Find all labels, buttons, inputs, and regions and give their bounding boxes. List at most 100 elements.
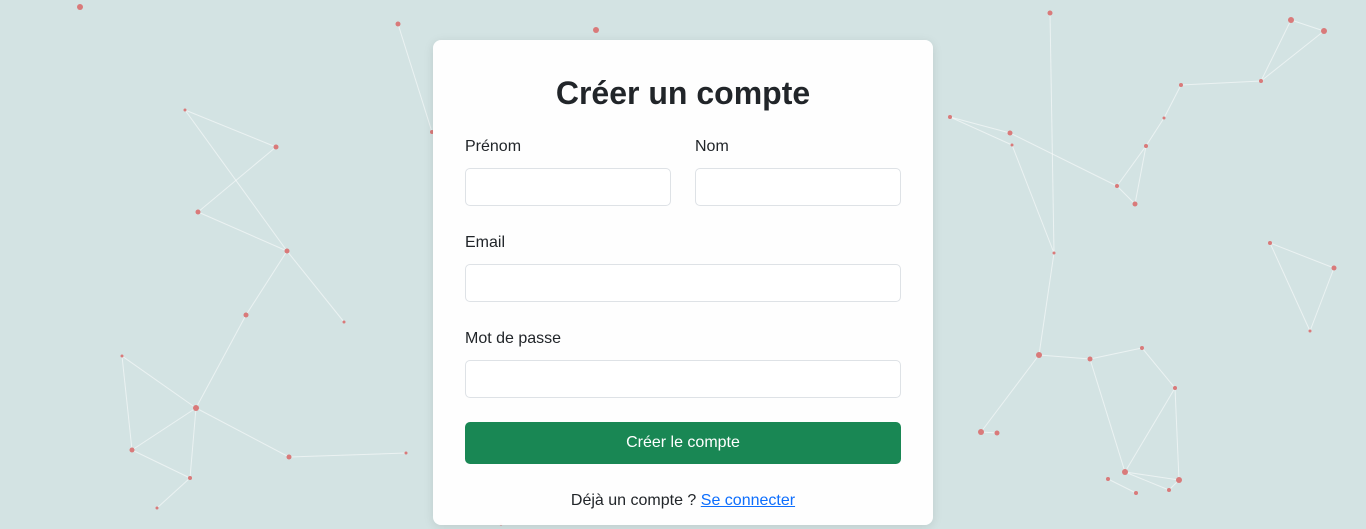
last-name-group: Nom [695,138,901,206]
network-edge [197,146,277,213]
network-edge [1124,387,1176,473]
network-edge [121,355,133,451]
network-edge [189,407,197,479]
network-edge [1260,19,1292,82]
network-edge [1290,19,1325,32]
network-node [1162,116,1166,120]
network-node [395,21,401,27]
network-edge [195,407,290,458]
network-node [1115,184,1119,188]
first-name-input[interactable] [465,168,671,206]
network-node [120,354,124,358]
network-node [1036,352,1042,358]
email-group: Email [465,234,901,302]
network-edge [980,354,1040,433]
network-node [193,405,199,411]
network-node [1331,265,1337,271]
name-row: Prénom Nom [465,138,901,206]
network-node [1179,83,1183,87]
network-node [1288,17,1294,23]
login-prompt-text: Déjà un compte ? [570,492,697,509]
last-name-label: Nom [695,138,729,155]
network-edge [121,355,197,409]
network-node [273,144,279,150]
network-node [1140,346,1144,350]
network-edge [1124,471,1170,491]
network-edge [1049,12,1055,254]
network-node [155,506,159,510]
network-node [188,476,192,480]
network-node [1259,79,1263,83]
first-name-group: Prénom [465,138,671,206]
network-node [183,108,187,112]
network-node [1173,386,1177,390]
network-edge [1089,358,1126,473]
network-node [284,248,290,254]
network-edge [1089,347,1143,360]
network-node [994,430,1000,436]
last-name-input[interactable] [695,168,901,206]
create-account-button[interactable]: Créer le compte [465,422,901,464]
network-edge [1141,347,1176,389]
network-edge [1038,252,1055,356]
network-node [129,447,135,453]
network-node [1134,491,1138,495]
network-node [1167,488,1171,492]
network-node [593,27,599,33]
register-card: Créer un compte Prénom Nom Email Mot de … [433,40,933,525]
network-edge [195,314,247,409]
network-edge [1309,267,1335,332]
network-node [243,312,249,318]
network-edge [1180,80,1262,86]
network-edge [1038,354,1091,360]
network-node [286,454,292,460]
login-prompt: Déjà un compte ? Se connecter [465,492,901,510]
network-edge [197,211,288,252]
network-edge [156,477,191,509]
network-node [1308,329,1312,333]
network-edge [1174,387,1180,481]
network-node [1176,477,1182,483]
password-input[interactable] [465,360,901,398]
network-node [77,4,83,10]
network-edge [1163,84,1182,119]
network-node [1144,144,1148,148]
network-node [1122,469,1128,475]
network-edge [397,23,433,133]
network-node [1132,201,1138,207]
network-edge [1116,185,1136,205]
network-edge [1124,471,1180,481]
password-group: Mot de passe [465,330,901,398]
network-node [978,429,984,435]
network-node [1007,130,1013,136]
network-node [1268,241,1272,245]
network-edge [286,250,345,323]
network-node [1321,28,1327,34]
network-edge [1107,478,1137,494]
network-node [1052,251,1056,255]
first-name-label: Prénom [465,138,522,155]
network-node [195,209,201,215]
network-edge [1011,144,1055,254]
email-label: Email [465,234,506,251]
network-edge [1134,145,1147,205]
network-edge [245,250,288,316]
page-title: Créer un compte [555,75,811,111]
network-edge [131,449,191,479]
network-edge [1145,117,1165,147]
email-input[interactable] [465,264,901,302]
network-node [1087,356,1093,362]
network-edge [1260,30,1325,82]
network-node [1010,143,1014,147]
network-node [1047,10,1053,16]
network-edge [1009,132,1118,187]
network-node [342,320,346,324]
password-label: Mot de passe [465,330,562,347]
network-node [948,115,952,119]
network-edge [131,407,197,451]
network-edge [1116,145,1147,187]
network-node [404,451,408,455]
network-node [1106,477,1110,481]
login-link[interactable]: Se connecter [701,492,795,509]
network-edge [288,452,407,458]
